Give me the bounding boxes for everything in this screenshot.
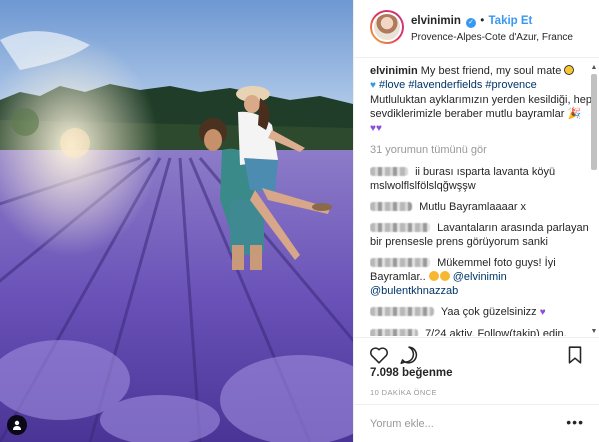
caption-username[interactable]: elvinimin [370,65,418,77]
lavender-field-photo [0,0,353,442]
hashtag-lavenderfields[interactable]: #lavenderfields [408,79,482,91]
comment-item: Mükemmel foto guys! İyi Bayramlar.. @elv… [370,256,592,298]
blurred-username [370,307,434,316]
post-header: elvinimin ✓ • Takip Et Provence-Alpes-Co… [354,0,599,58]
hashtag-provence[interactable]: #provence [485,79,536,91]
comment-item: Lavantaların arasında parlayan bir prens… [370,221,592,249]
scrollbar-thumb[interactable] [591,74,597,170]
mention-link[interactable]: @elvinimin [453,271,507,283]
caption-text-2: Mutluluktan ayklarımızın yerden kesildiğ… [370,94,592,120]
view-all-comments-link[interactable]: 31 yorumun tümünü gör [370,143,592,157]
blurred-username [370,258,430,267]
heart-outline-icon[interactable] [368,344,390,366]
blurred-username [370,223,430,232]
add-comment-input[interactable] [370,416,560,432]
caption: elvinimin My best friend, my soul mate ♥… [370,64,592,136]
smile-emoji-icon [428,271,439,281]
blurred-username [370,329,418,336]
post-side-panel: elvinimin ✓ • Takip Et Provence-Alpes-Co… [353,0,599,442]
hashtag-love[interactable]: #love [379,79,405,91]
scroll-up-arrow-icon[interactable]: ▲ [590,64,598,72]
user-tag-icon[interactable] [7,415,27,435]
comment-text: Yaa çok güzelsinizz [440,306,537,318]
post-actions [354,337,599,367]
purple-heart-icon: ♥ [539,307,546,318]
sunglasses-emoji-icon [564,65,575,75]
comment-item: ii burası ısparta lavanta köyü mslwolfls… [370,165,592,193]
location-link[interactable]: Provence-Alpes-Cote d'Azur, France [411,32,573,43]
party-popper-icon: 🎉 [567,108,582,120]
verified-badge-icon: ✓ [466,18,477,28]
caption-text: My best friend, my soul mate [420,65,562,77]
add-comment-bar: ••• [354,404,599,442]
blurred-username [370,167,408,176]
post-photo[interactable] [0,0,353,442]
blurred-username [370,202,412,211]
purple-heart-icon: ♥ [375,123,382,134]
mention-link[interactable]: @bulentkhnazzab [370,285,458,297]
follow-button[interactable]: Takip Et [489,15,533,27]
more-options-icon[interactable]: ••• [566,415,584,429]
header-username[interactable]: elvinimin [411,15,461,27]
blue-heart-icon: ♥ [370,80,376,91]
post-timestamp: 10 DAKİKA ÖNCE [370,388,437,397]
comment-item: 7/24 aktiv. Follow(takip) edin. Maraqlı … [370,327,592,336]
header-separator: • [480,15,485,27]
like-count[interactable]: 7.098 beğenme [370,367,452,379]
bookmark-icon[interactable] [564,344,586,366]
comments-list[interactable]: elvinimin My best friend, my soul mate ♥… [370,64,592,336]
smile-emoji-icon [439,271,450,281]
comment-item: Yaa çok güzelsinizz ♥ [370,305,592,320]
comment-text: Mutlu Bayramlaaaar x [419,201,527,213]
scroll-down-arrow-icon[interactable]: ▼ [590,328,598,336]
comments-scrollbar[interactable]: ▲ ▼ [590,64,598,336]
avatar[interactable] [370,10,404,44]
comment-bubble-icon[interactable] [398,344,420,366]
comment-item: Mutlu Bayramlaaaar x [370,200,592,214]
